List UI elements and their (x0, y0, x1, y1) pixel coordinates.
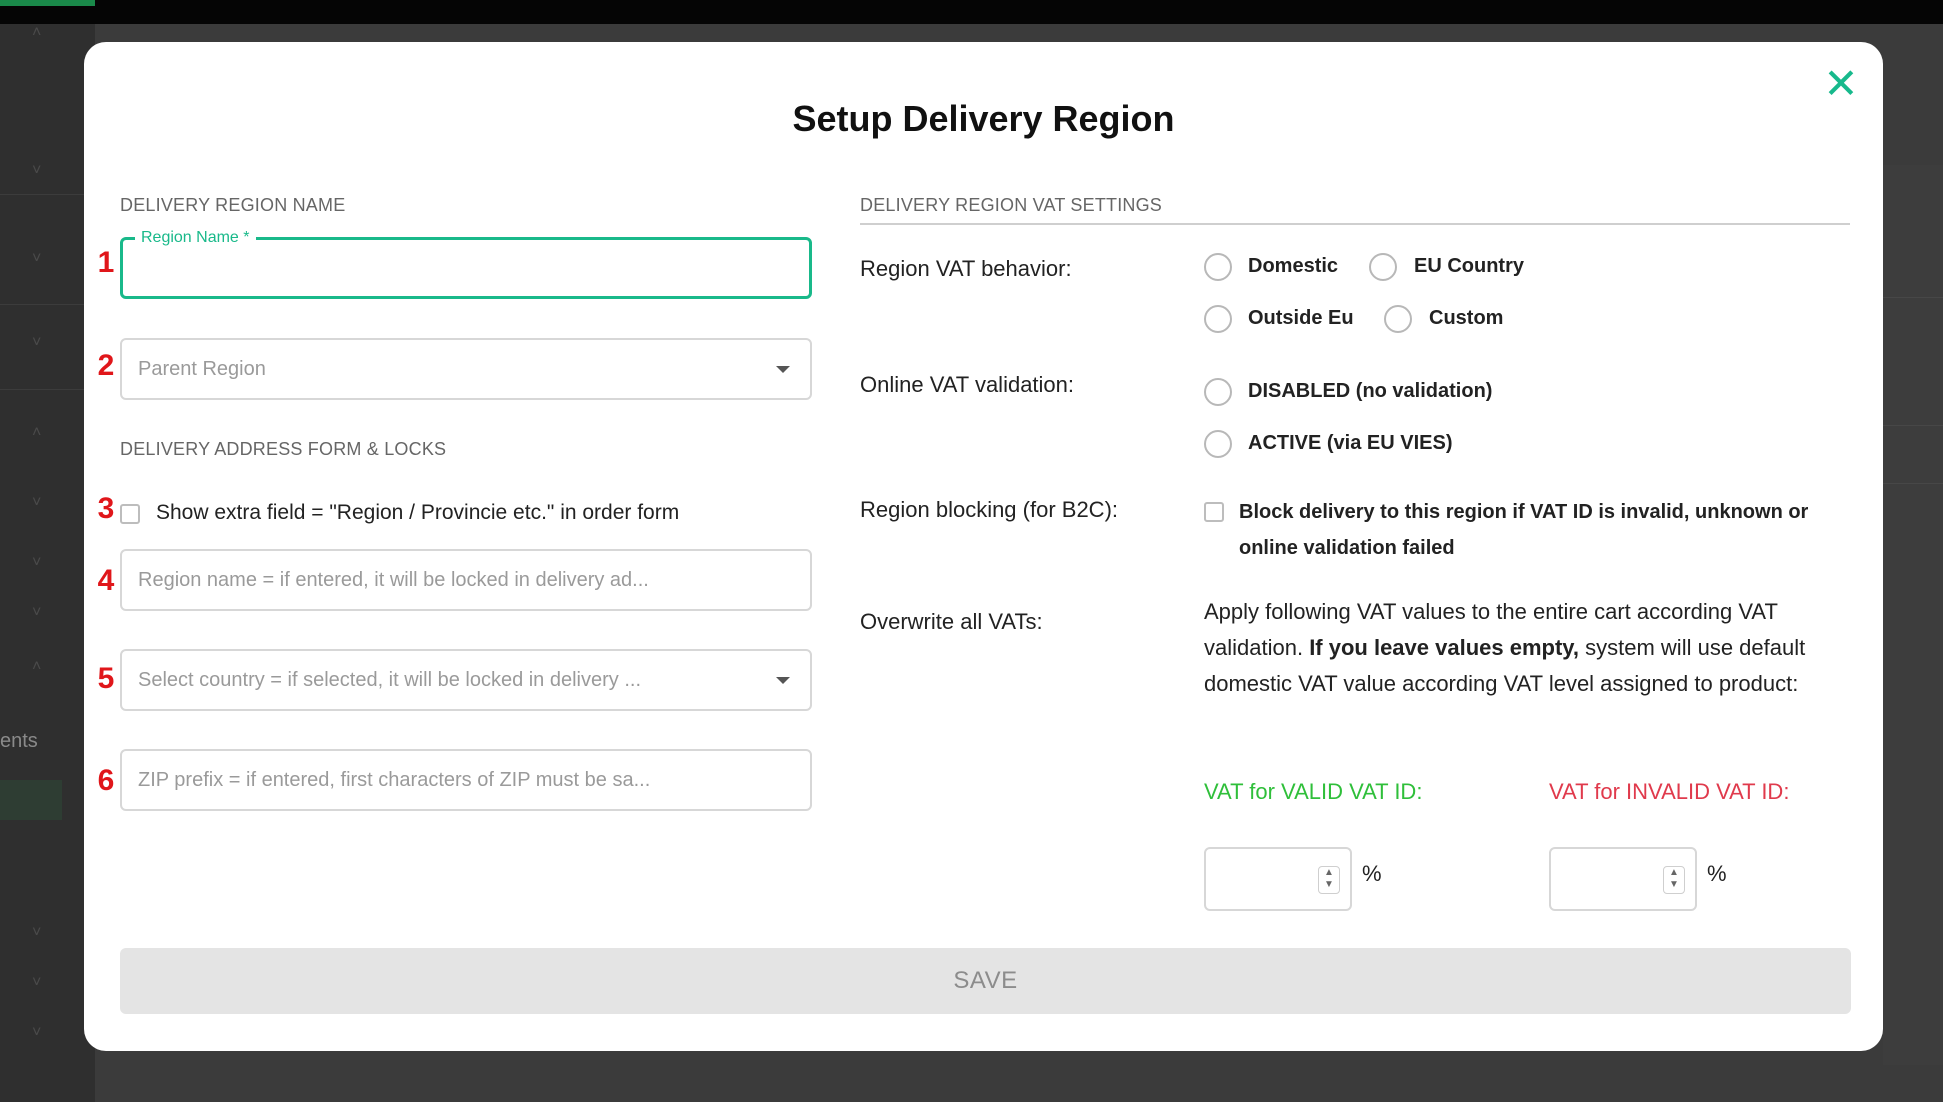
vat-valid-label: VAT for VALID VAT ID: (1204, 779, 1423, 804)
number-spinner[interactable]: ▲ ▼ (1318, 866, 1340, 894)
overwrite-vats-label: Overwrite all VATs: (860, 609, 1043, 634)
modal-title: Setup Delivery Region (792, 98, 1175, 139)
number-spinner[interactable]: ▲ ▼ (1663, 866, 1685, 894)
lock-country-select[interactable]: Select country = if selected, it will be… (120, 649, 812, 711)
zip-prefix-placeholder: ZIP prefix = if entered, first character… (138, 769, 651, 791)
radio-eu-country-label: EU Country (1414, 255, 1524, 277)
chevron-down-icon: ˅ (32, 250, 42, 267)
step-number-2: 2 (97, 349, 115, 382)
parent-region-placeholder: Parent Region (138, 358, 266, 380)
chevron-down-icon: ˅ (32, 1024, 42, 1041)
region-name-input[interactable] (137, 248, 781, 290)
show-extra-field-label: Show extra field = "Region / Provincie e… (156, 501, 680, 524)
radio-validation-active-label: ACTIVE (via EU VIES) (1248, 432, 1453, 454)
save-button[interactable]: SAVE (120, 948, 1851, 1014)
online-validation-label: Online VAT validation: (860, 372, 1075, 397)
chevron-down-icon[interactable]: ▼ (1669, 879, 1679, 890)
description-bold-text: If you leave values empty, (1309, 635, 1580, 660)
section-vat-settings: DELIVERY REGION VAT SETTINGS (860, 195, 1163, 215)
section-divider (860, 223, 1850, 225)
radio-validation-disabled-label: DISABLED (no validation) (1248, 380, 1493, 402)
caret-down-icon (776, 677, 790, 684)
section-delivery-region-name: DELIVERY REGION NAME (120, 195, 346, 215)
region-name-field[interactable]: Region Name * (120, 228, 812, 299)
block-delivery-checkbox[interactable] (1204, 502, 1224, 522)
radio-validation-disabled[interactable] (1204, 378, 1232, 406)
chevron-up-icon: ˄ (32, 24, 42, 41)
vat-invalid-label: VAT for INVALID VAT ID: (1549, 779, 1790, 804)
step-number-1: 1 (97, 246, 115, 279)
chevron-up-icon[interactable]: ▲ (1324, 867, 1334, 878)
chevron-down-icon: ˅ (32, 494, 42, 511)
background-topbar (0, 0, 1943, 24)
step-number-6: 6 (97, 764, 115, 797)
radio-domestic-label: Domestic (1248, 255, 1339, 277)
region-name-label: Region Name * (135, 228, 256, 248)
vat-behavior-label: Region VAT behavior: (860, 256, 1072, 281)
caret-down-icon (776, 366, 790, 373)
sidebar-active-item (0, 780, 62, 820)
chevron-down-icon: ˅ (32, 162, 42, 179)
chevron-down-icon: ˅ (32, 924, 42, 941)
radio-outside-eu[interactable] (1204, 305, 1232, 333)
overwrite-vats-description: Apply following VAT values to the entire… (1204, 594, 1854, 702)
chevron-down-icon: ˅ (32, 554, 42, 571)
block-delivery-label-line1: Block delivery to this region if VAT ID … (1239, 501, 1809, 523)
parent-region-select[interactable]: Parent Region (120, 338, 812, 400)
chevron-down-icon: ˅ (32, 974, 42, 991)
show-extra-field-checkbox[interactable] (120, 504, 140, 524)
radio-custom[interactable] (1384, 305, 1412, 333)
step-number-3: 3 (97, 492, 115, 525)
radio-outside-eu-label: Outside Eu (1248, 307, 1354, 329)
lock-country-placeholder: Select country = if selected, it will be… (138, 669, 642, 691)
radio-validation-active[interactable] (1204, 430, 1232, 458)
region-blocking-label: Region blocking (for B2C): (860, 497, 1119, 522)
percent-sign: % (1362, 861, 1382, 886)
chevron-up-icon: ˄ (32, 424, 42, 441)
vat-invalid-input[interactable]: ▲ ▼ (1549, 847, 1697, 911)
sidebar-text: ents (0, 730, 38, 752)
step-number-4: 4 (97, 564, 115, 597)
chevron-up-icon: ˄ (32, 658, 42, 675)
setup-delivery-region-modal: ✕ Setup Delivery Region DELIVERY REGION … (84, 42, 1883, 1051)
step-number-5: 5 (97, 662, 115, 695)
chevron-down-icon[interactable]: ▼ (1324, 879, 1334, 890)
radio-domestic[interactable] (1204, 253, 1232, 281)
percent-sign: % (1707, 861, 1727, 886)
lock-region-name-input[interactable]: Region name = if entered, it will be loc… (120, 549, 812, 611)
section-delivery-address-form: DELIVERY ADDRESS FORM & LOCKS (120, 439, 447, 459)
chevron-down-icon: ˅ (32, 604, 42, 621)
lock-region-name-placeholder: Region name = if entered, it will be loc… (138, 569, 649, 591)
background-accent-bar (0, 0, 95, 6)
background-sidebar: ˄ ˅ ˅ ˅ ˄ ˅ ˅ ˅ ˄ ents ˅ ˅ ˅ (0, 24, 95, 1102)
zip-prefix-input[interactable]: ZIP prefix = if entered, first character… (120, 749, 812, 811)
block-delivery-label-line2: online validation failed (1239, 537, 1455, 559)
radio-eu-country[interactable] (1369, 253, 1397, 281)
chevron-down-icon: ˅ (32, 334, 42, 351)
vat-valid-input[interactable]: ▲ ▼ (1204, 847, 1352, 911)
background-right-panel (1883, 165, 1943, 1065)
chevron-up-icon[interactable]: ▲ (1669, 867, 1679, 878)
radio-custom-label: Custom (1429, 307, 1504, 329)
